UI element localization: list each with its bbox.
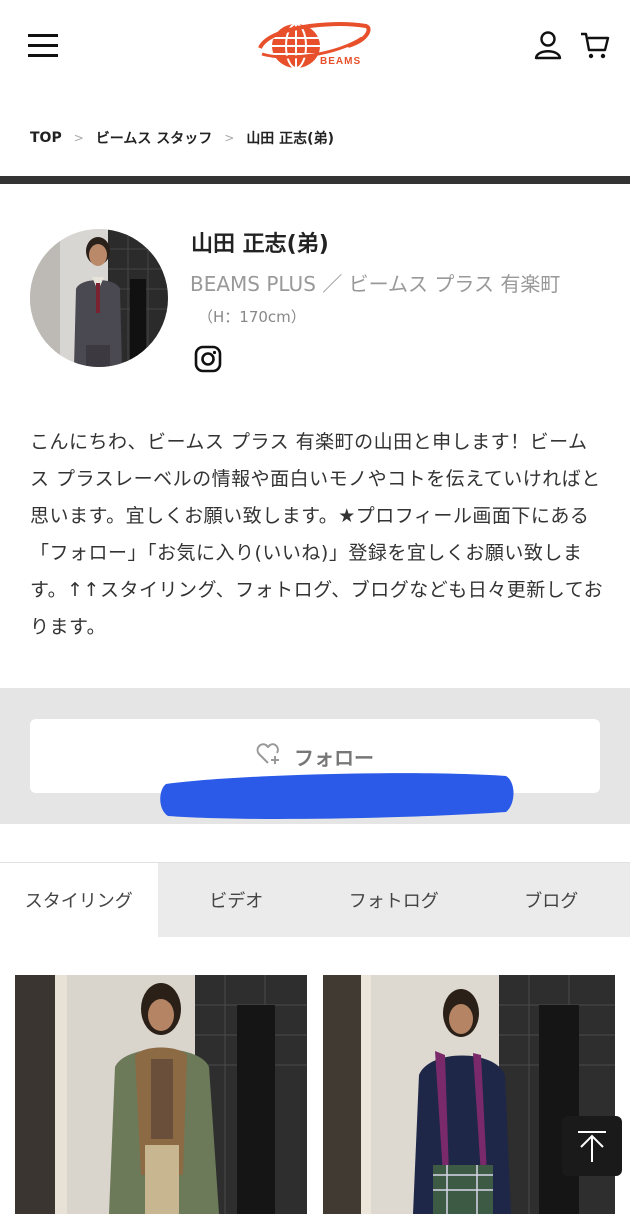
- heart-plus-icon: [256, 742, 282, 770]
- redaction-mark: [160, 770, 515, 822]
- shop-name[interactable]: BEAMS PLUS ／ ビームス プラス 有楽町: [190, 268, 560, 297]
- breadcrumb-current: 山田 正志(弟): [246, 131, 334, 147]
- styling-photo[interactable]: [15, 975, 307, 1214]
- beams-logo[interactable]: BEAMS: [258, 18, 372, 74]
- tab-styling[interactable]: スタイリング: [0, 863, 158, 937]
- logo-text: BEAMS: [320, 56, 362, 67]
- section-divider: [0, 176, 630, 184]
- arrow-up-icon: [562, 1131, 622, 1180]
- hamburger-menu-icon[interactable]: [28, 34, 58, 58]
- breadcrumb-staff[interactable]: ビームス スタッフ: [96, 128, 212, 148]
- breadcrumb: TOP > ビームス スタッフ > 山田 正志(弟): [30, 128, 334, 148]
- tab-photolog[interactable]: フォトログ: [315, 863, 473, 937]
- back-to-top-button[interactable]: [562, 1116, 622, 1176]
- follow-label: フォロー: [294, 745, 374, 770]
- tab-video[interactable]: ビデオ: [158, 863, 316, 937]
- breadcrumb-separator: >: [224, 131, 235, 145]
- instagram-icon[interactable]: [194, 345, 222, 373]
- avatar: [30, 229, 168, 367]
- breadcrumb-top[interactable]: TOP: [30, 130, 62, 146]
- cart-icon[interactable]: [580, 30, 610, 60]
- tab-blog[interactable]: ブログ: [473, 863, 630, 937]
- staff-name: 山田 正志(弟): [191, 232, 329, 257]
- site-header: BEAMS: [0, 0, 630, 95]
- breadcrumb-separator: >: [73, 131, 84, 145]
- profile-intro: こんにちわ、ビームス プラス 有楽町の山田と申します！ビームス プラスレーベルの…: [30, 431, 604, 638]
- user-icon[interactable]: [533, 30, 563, 60]
- staff-height: （H：170cm）: [198, 308, 306, 326]
- content-tabs: スタイリング ビデオ フォトログ ブログ: [0, 862, 630, 937]
